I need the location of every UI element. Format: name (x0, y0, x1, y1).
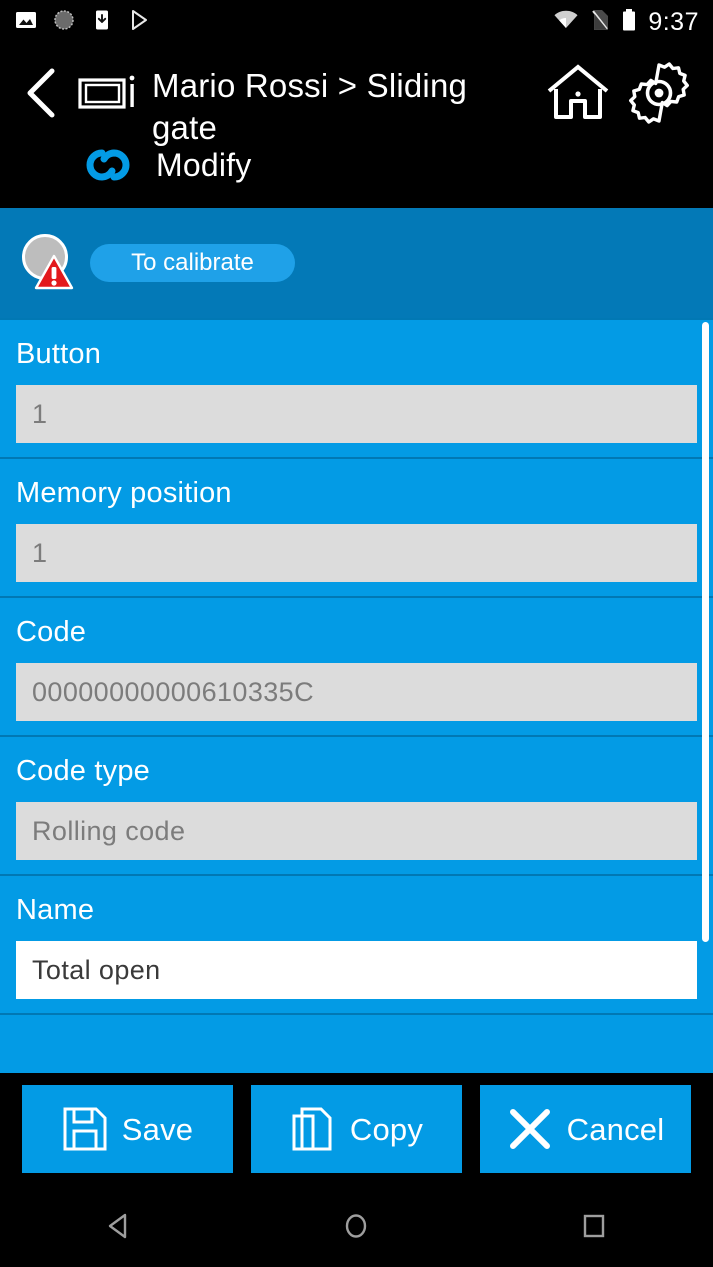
mode-label: Modify (156, 146, 252, 183)
code-type-input[interactable]: Rolling code (16, 802, 697, 860)
home-button[interactable] (537, 53, 619, 133)
save-button[interactable]: Save (22, 1085, 233, 1173)
status-bar: 9:37 (0, 0, 713, 45)
action-bar: Save Copy Cancel (0, 1073, 713, 1185)
page-title: Mario Rossi > Sliding gate (152, 67, 468, 147)
status-bar-left-icons (14, 8, 152, 37)
nav-back-icon (108, 1213, 127, 1239)
copy-button[interactable]: Copy (251, 1085, 462, 1173)
memory-position-input[interactable]: 1 (16, 524, 697, 582)
back-chevron-icon (27, 68, 55, 118)
home-icon (547, 64, 609, 119)
device-info-icon (78, 75, 135, 109)
save-label: Save (121, 1111, 194, 1147)
app-header: Mario Rossi > Sliding gate Modify (0, 45, 713, 208)
button-input[interactable]: 1 (16, 385, 697, 443)
field-memory-position: Memory position 1 (0, 459, 713, 598)
field-button: Button 1 (0, 318, 713, 459)
back-button[interactable] (14, 53, 70, 133)
mode-row: Modify (14, 143, 699, 187)
vertical-scrollbar[interactable] (702, 322, 709, 942)
field-code-type: Code type Rolling code (0, 737, 713, 876)
screenshot-icon (52, 8, 76, 37)
field-label: Button (16, 338, 102, 370)
field-label: Name (16, 894, 95, 926)
download-icon (90, 8, 114, 37)
close-x-icon (509, 1109, 550, 1149)
field-code: Code 00000000000610335C (0, 598, 713, 737)
no-sim-icon (590, 8, 610, 37)
app-header-row: Mario Rossi > Sliding gate (14, 53, 699, 149)
warning-circle-icon (18, 234, 76, 292)
settings-form: Button 1 Memory position 1 Code 00000000… (0, 318, 713, 1073)
nav-recents-button[interactable] (534, 1185, 654, 1267)
cancel-button[interactable]: Cancel (480, 1085, 691, 1173)
play-store-icon (128, 8, 152, 37)
status-bar-right-icons: 9:37 (553, 8, 699, 37)
image-icon (14, 8, 38, 37)
modify-cycle-icon (70, 143, 146, 187)
save-floppy-icon (63, 1107, 107, 1151)
code-input[interactable]: 00000000000610335C (16, 663, 697, 721)
nav-home-button[interactable] (296, 1185, 416, 1267)
battery-icon (621, 8, 637, 37)
device-info-button[interactable] (70, 53, 146, 133)
status-bar-clock: 9:37 (648, 8, 699, 36)
calibration-status-band: To calibrate (0, 208, 713, 318)
nav-home-icon (346, 1214, 367, 1238)
gear-icon (629, 62, 689, 124)
nav-recents-icon (583, 1214, 605, 1238)
settings-button[interactable] (619, 53, 699, 133)
nav-back-button[interactable] (59, 1185, 179, 1267)
field-label: Code (16, 616, 87, 648)
field-name: Name Total open (0, 876, 713, 1015)
copy-pages-icon (292, 1107, 332, 1151)
phone-screen: 9:37 Mario Rossi > Sliding gate Modify T… (0, 0, 713, 1267)
field-label: Code type (16, 755, 150, 787)
copy-label: Copy (349, 1111, 424, 1147)
cancel-label: Cancel (566, 1111, 665, 1147)
name-input[interactable]: Total open (16, 941, 697, 999)
field-label: Memory position (16, 477, 232, 509)
wifi-icon (553, 9, 579, 36)
status-badge[interactable]: To calibrate (90, 244, 295, 282)
android-nav-bar (0, 1185, 713, 1267)
